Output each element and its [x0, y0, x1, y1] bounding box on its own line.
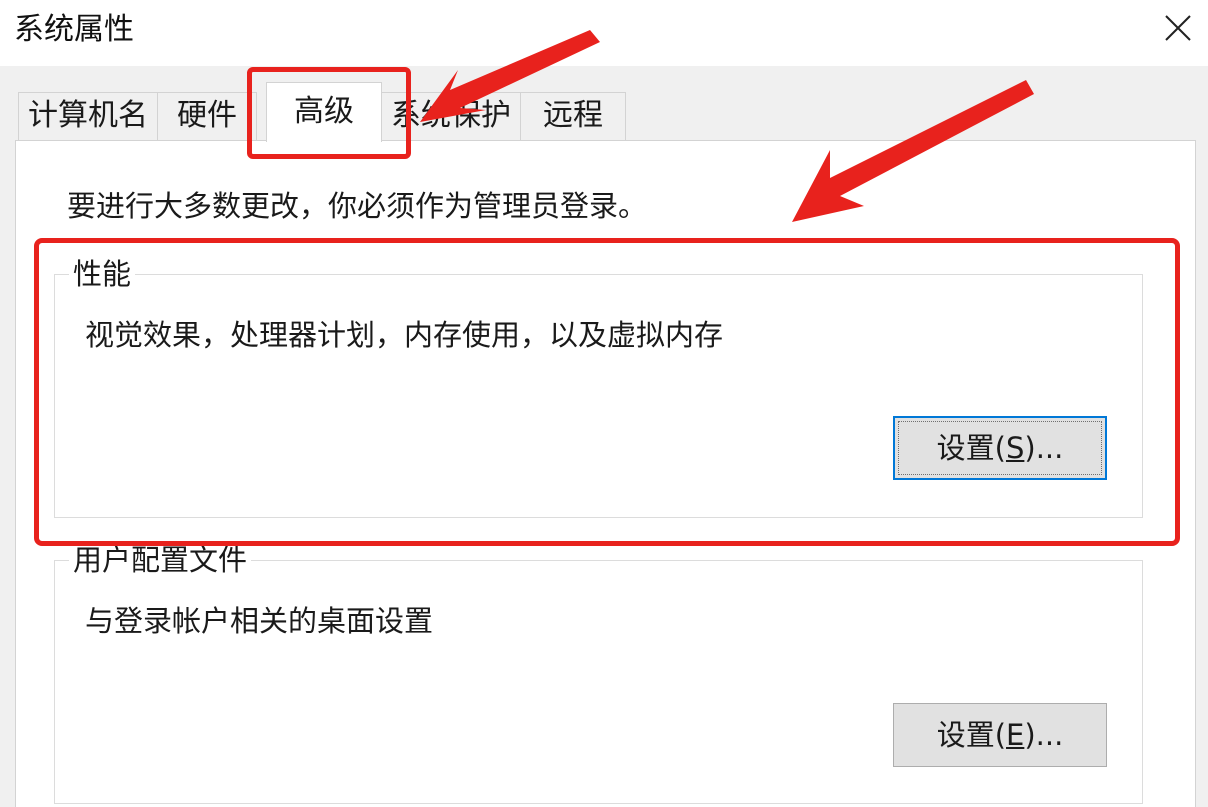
annotation-arrows — [420, 30, 1034, 222]
arrow-to-advanced-tab — [420, 30, 600, 122]
system-properties-window: 系统属性 计算机名 硬件 高级 系统保护 远程 要进行大多数更改，你必须作为管理… — [0, 0, 1208, 807]
arrow-to-performance-group — [792, 80, 1034, 222]
